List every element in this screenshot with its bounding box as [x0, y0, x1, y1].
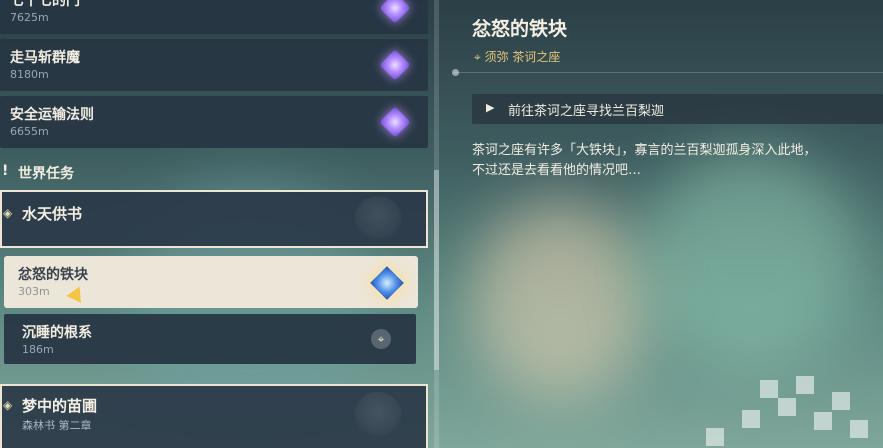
watermark	[832, 392, 850, 410]
quest-group-title: 梦中的苗圃	[22, 397, 98, 415]
quest-title: 忿怒的铁块	[18, 267, 88, 283]
divider	[454, 72, 883, 73]
purple-quest-marker-icon	[379, 106, 411, 138]
quest-item[interactable]: 走马斩群魔 8180m	[0, 39, 428, 91]
watermark	[850, 420, 868, 438]
quest-list-panel: 七十七的门 7625m 走马斩群魔 8180m 安全运输法则 6655m ! 世…	[0, 0, 440, 448]
quest-location-label: 须弥 茶诃之座	[484, 50, 561, 64]
watermark	[742, 410, 760, 428]
quest-group-header[interactable]: ◈ 水天供书	[0, 190, 428, 248]
quest-item[interactable]: 安全运输法则 6655m	[0, 96, 428, 148]
quest-item[interactable]: 七十七的门 7625m	[0, 0, 428, 34]
watermark	[796, 376, 814, 394]
quest-title: 七十七的门	[10, 0, 80, 9]
quest-title: 安全运输法则	[10, 107, 94, 123]
quest-description-line: 不过还是去看看他的情况吧…	[472, 163, 642, 178]
quest-title: 走马斩群魔	[10, 50, 80, 66]
category-label: 世界任务	[18, 166, 74, 182]
tree-emblem-icon	[354, 196, 402, 244]
quest-group-icon: ◈	[3, 398, 13, 412]
chevron-right-icon: ▶	[486, 101, 495, 114]
quest-group-title: 水天供书	[22, 205, 83, 223]
quest-description-line: 茶诃之座有许多「大铁块」，寡言的兰百梨迦孤身深入此地，	[472, 143, 817, 158]
quest-detail-title: 忿怒的铁块	[472, 18, 568, 40]
purple-quest-marker-icon	[379, 49, 411, 81]
quest-distance: 7625m	[10, 11, 49, 24]
watermark	[814, 412, 832, 430]
quest-detail-panel: 忿怒的铁块 ⌖ 须弥 茶诃之座 ▶ 前往茶诃之座寻找兰百梨迦 茶诃之座有许多「大…	[440, 0, 883, 448]
quest-distance: 8180m	[10, 68, 49, 81]
exclamation-icon: !	[2, 163, 9, 179]
purple-quest-marker-icon	[379, 0, 411, 24]
quest-item[interactable]: 沉睡的根系 186m ⌖	[4, 314, 416, 364]
quest-objective: ▶ 前往茶诃之座寻找兰百梨迦	[472, 94, 883, 124]
selected-quest-item[interactable]: 忿怒的铁块 303m	[4, 256, 418, 308]
location-pin-icon: ⌖	[474, 50, 481, 64]
scrollbar-thumb[interactable]	[434, 170, 439, 370]
quest-group-header[interactable]: ◈ 梦中的苗圃 森林书 第二章	[0, 384, 428, 448]
quest-location: ⌖ 须弥 茶诃之座	[474, 48, 560, 65]
location-pin-icon[interactable]: ⌖	[371, 329, 391, 349]
quest-distance: 303m	[18, 285, 50, 298]
tree-emblem-icon	[354, 392, 402, 440]
divider-dot	[452, 69, 459, 76]
quest-distance: 6655m	[10, 125, 49, 138]
quest-distance: 186m	[22, 343, 54, 356]
quest-group-icon: ◈	[3, 206, 13, 220]
watermark	[760, 380, 778, 398]
watermark	[706, 428, 724, 446]
quest-title: 沉睡的根系	[22, 325, 92, 341]
tracked-quest-marker-icon[interactable]	[367, 263, 407, 303]
watermark	[778, 398, 796, 416]
quest-group-subtitle: 森林书 第二章	[22, 419, 92, 432]
quest-objective-text: 前往茶诃之座寻找兰百梨迦	[508, 104, 665, 119]
